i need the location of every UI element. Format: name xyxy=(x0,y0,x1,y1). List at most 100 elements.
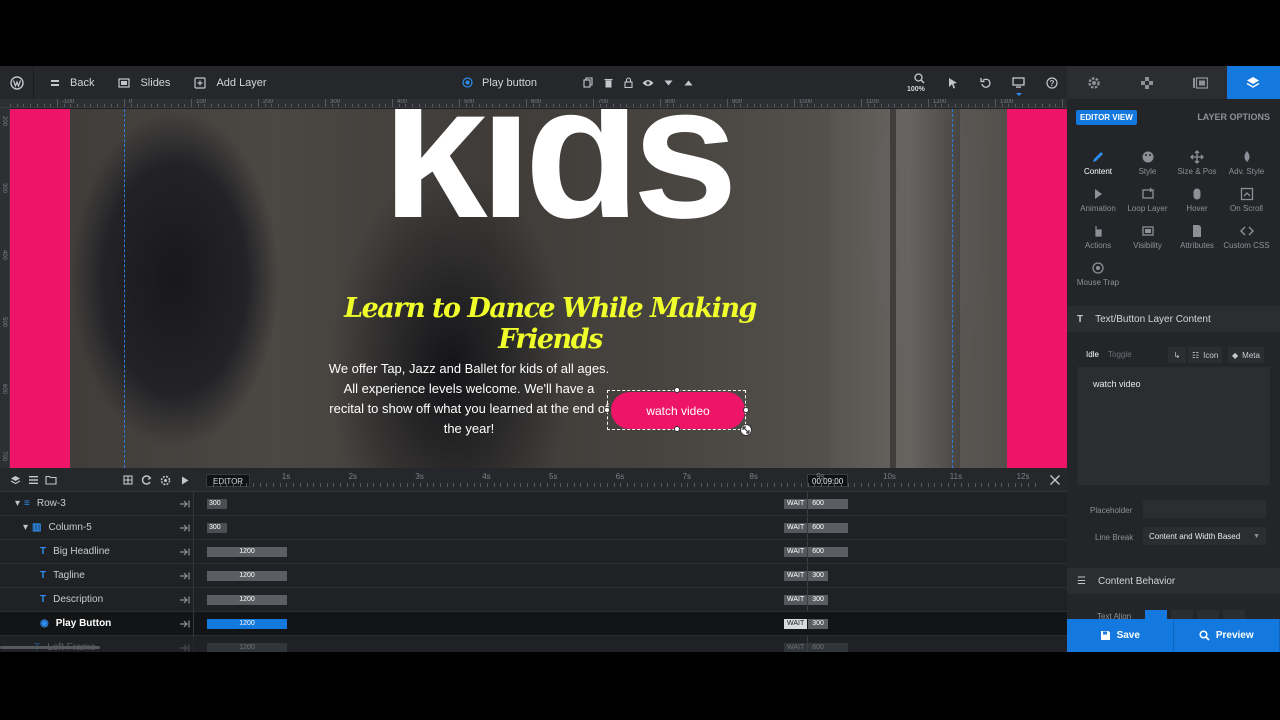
text-button-content-header[interactable]: T Text/Button Layer Content xyxy=(1067,306,1280,332)
content-behavior-header[interactable]: ☰ Content Behavior xyxy=(1067,568,1280,594)
timeline-layer-name[interactable]: ▾ ▥ Column-5 xyxy=(23,516,92,539)
resize-handle-bottom[interactable] xyxy=(674,426,680,432)
play-button[interactable]: watch video xyxy=(611,392,745,429)
tab-layer-settings[interactable] xyxy=(1226,66,1280,99)
option-loop-layer[interactable]: Loop Layer xyxy=(1123,186,1173,213)
layer-arrow-icon[interactable] xyxy=(179,523,191,533)
tab-navigation[interactable] xyxy=(1120,66,1173,99)
option-on-scroll[interactable]: On Scroll xyxy=(1222,186,1272,213)
move-up-icon[interactable] xyxy=(678,66,698,99)
option-hover[interactable]: Hover xyxy=(1172,186,1222,213)
layer-arrow-icon[interactable] xyxy=(179,499,191,509)
timeline-layer-name[interactable]: T Description xyxy=(40,588,103,611)
timeline-row[interactable]: T Tagline 1200 WAIT 300 xyxy=(0,564,1067,588)
timeline-start-bar[interactable]: 300 xyxy=(207,499,227,509)
close-icon[interactable] xyxy=(1047,472,1063,488)
tab-slider-settings[interactable] xyxy=(1067,66,1120,99)
icon-button[interactable]: ☷ Icon xyxy=(1188,347,1223,363)
eye-icon[interactable] xyxy=(638,66,658,99)
meta-button[interactable]: ◆ Meta xyxy=(1228,347,1264,363)
line-break-select[interactable]: Content and Width Based ▼ xyxy=(1143,527,1266,545)
description[interactable]: We offer Tap, Jazz and Ballet for kids o… xyxy=(328,359,610,439)
tab-idle[interactable]: Idle xyxy=(1086,350,1099,359)
timeline-scrollbar[interactable] xyxy=(0,646,100,649)
option-animation[interactable]: Animation xyxy=(1073,186,1123,213)
timeline-row[interactable]: T Description 1200 WAIT 300 xyxy=(0,588,1067,612)
layer-arrow-icon[interactable] xyxy=(179,619,191,629)
editor-view-badge[interactable]: EDITOR VIEW xyxy=(1076,110,1137,125)
timeline-start-bar[interactable]: 1200 xyxy=(207,643,287,652)
placeholder-input[interactable] xyxy=(1143,500,1266,518)
tab-slide-settings[interactable] xyxy=(1174,66,1227,99)
zoom-control[interactable]: 100% xyxy=(903,66,936,99)
loop-icon[interactable] xyxy=(137,468,156,492)
desktop-view-icon[interactable] xyxy=(1002,66,1035,99)
timeline-layer-name[interactable]: ▾ ≡ Row-3 xyxy=(15,492,66,515)
selected-layer-indicator[interactable]: Play button xyxy=(462,66,537,99)
option-content[interactable]: Content xyxy=(1073,149,1123,176)
timeline-layer-name[interactable]: T Tagline xyxy=(40,564,85,587)
preview-button[interactable]: Preview xyxy=(1173,619,1280,652)
timeline-end-bar[interactable]: WAIT 300 xyxy=(784,595,828,605)
grid-icon[interactable] xyxy=(118,468,137,492)
timeline-start-bar[interactable]: 300 xyxy=(207,523,227,533)
timeline-layer-name[interactable]: T Big Headline xyxy=(40,540,110,563)
resize-handle-right[interactable] xyxy=(743,407,749,413)
caret-down-icon[interactable]: ▾ xyxy=(23,522,28,533)
layer-content-textarea[interactable]: watch video xyxy=(1077,367,1270,485)
save-button[interactable]: Save xyxy=(1067,619,1174,652)
layer-arrow-icon[interactable] xyxy=(179,571,191,581)
list-icon[interactable] xyxy=(24,468,42,492)
timeline-end-bar[interactable]: WAIT 600 xyxy=(784,523,849,533)
help-icon[interactable]: ? xyxy=(1035,66,1068,99)
slides-button[interactable]: Slides xyxy=(104,66,180,99)
line-break-button[interactable]: ↳ xyxy=(1168,347,1186,363)
layer-arrow-icon[interactable] xyxy=(179,595,191,605)
big-headline[interactable]: kids xyxy=(316,109,796,247)
option-style[interactable]: Style xyxy=(1123,149,1173,176)
folder-icon[interactable] xyxy=(42,468,60,492)
timeline-start-bar[interactable]: 1200 xyxy=(207,619,287,629)
timeline-start-bar[interactable]: 1200 xyxy=(207,595,287,605)
timeline-end-bar[interactable]: WAIT 600 xyxy=(784,499,849,509)
layers-icon[interactable] xyxy=(6,468,24,492)
option-visibility[interactable]: Visibility xyxy=(1123,223,1173,250)
left-frame[interactable] xyxy=(10,109,70,468)
tagline[interactable]: Learn to Dance While Making Friends xyxy=(315,293,785,355)
option-size-pos[interactable]: Size & Pos xyxy=(1172,149,1222,176)
play-button-selection[interactable]: watch video xyxy=(604,387,749,432)
tab-toggle[interactable]: Toggle xyxy=(1108,350,1132,359)
timeline-row[interactable]: ▾ ▥ Column-5 300 WAIT 600 xyxy=(0,516,1067,540)
timeline-row[interactable]: TLeft Frame 1200 WAIT600 xyxy=(0,636,1067,652)
resize-handle-top[interactable] xyxy=(674,387,680,393)
option-attributes[interactable]: Attributes xyxy=(1172,223,1222,250)
option-custom-css[interactable]: Custom CSS xyxy=(1222,223,1272,250)
timeline-end-bar[interactable]: WAIT 600 xyxy=(784,643,849,652)
settings-icon[interactable] xyxy=(156,468,175,492)
lock-icon[interactable] xyxy=(618,66,638,99)
move-down-icon[interactable] xyxy=(658,66,678,99)
timeline-row[interactable]: T Big Headline 1200 WAIT 600 xyxy=(0,540,1067,564)
timeline-start-bar[interactable]: 1200 xyxy=(207,547,287,557)
resize-handle-left[interactable] xyxy=(604,407,610,413)
layer-arrow-icon[interactable] xyxy=(179,643,191,652)
back-button[interactable]: Back xyxy=(34,66,104,99)
add-layer-button[interactable]: Add Layer xyxy=(180,66,276,99)
slide-canvas[interactable]: kids Learn to Dance While Making Friends… xyxy=(10,109,1067,468)
right-frame[interactable] xyxy=(1007,109,1067,468)
trash-icon[interactable] xyxy=(598,66,618,99)
option-mouse-trap[interactable]: Mouse Trap xyxy=(1073,260,1123,287)
timeline-end-bar[interactable]: WAIT 300 xyxy=(784,619,828,629)
option-actions[interactable]: Actions xyxy=(1073,223,1123,250)
undo-icon[interactable] xyxy=(969,66,1002,99)
timeline-row[interactable]: ◉ Play Button 1200 WAIT 300 xyxy=(0,612,1067,636)
layer-arrow-icon[interactable] xyxy=(179,547,191,557)
timeline-end-bar[interactable]: WAIT 600 xyxy=(784,547,849,557)
timeline-layer-name[interactable]: TLeft Frame xyxy=(34,636,95,652)
caret-down-icon[interactable]: ▾ xyxy=(15,498,20,509)
timeline-end-bar[interactable]: WAIT 300 xyxy=(784,571,828,581)
wordpress-icon[interactable] xyxy=(0,66,33,99)
timeline-start-bar[interactable]: 1200 xyxy=(207,571,287,581)
duplicate-icon[interactable] xyxy=(578,66,598,99)
option-adv-style[interactable]: Adv. Style xyxy=(1222,149,1272,176)
